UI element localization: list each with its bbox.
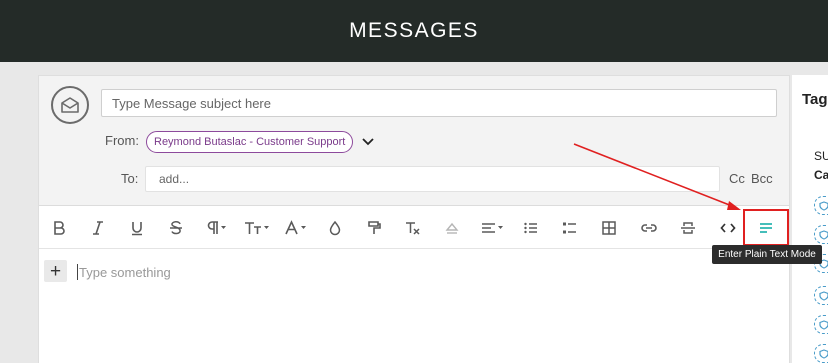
link-icon (641, 224, 657, 232)
bold-icon (54, 221, 65, 235)
checklist-button[interactable] (557, 215, 583, 241)
paragraph-style-button[interactable] (202, 215, 232, 241)
strikethrough-icon (170, 221, 182, 235)
code-view-button[interactable] (715, 215, 741, 241)
italic-button[interactable] (85, 215, 111, 241)
tags-panel-subtitle: Ca (814, 168, 828, 182)
droplet-icon (329, 220, 341, 236)
tag-item[interactable] (814, 286, 828, 305)
to-label: To: (121, 171, 139, 186)
subject-input[interactable] (101, 89, 777, 117)
page-title: MESSAGES (349, 19, 479, 42)
envelope-icon (51, 86, 89, 124)
chevron-down-icon[interactable] (361, 134, 375, 148)
tag-item[interactable] (814, 344, 828, 363)
underline-button[interactable] (124, 215, 150, 241)
underline-icon (132, 222, 142, 236)
superscript-button[interactable] (439, 215, 465, 241)
plain-text-icon (760, 222, 772, 233)
code-icon (720, 223, 736, 233)
strikethrough-button[interactable] (163, 215, 189, 241)
shield-icon (819, 200, 828, 211)
bold-button[interactable] (46, 215, 72, 241)
tags-panel: Tag SU Ca (792, 75, 828, 363)
to-recipients-input[interactable] (145, 166, 720, 192)
caret-up-icon (445, 222, 459, 234)
horizontal-rule-icon (681, 222, 695, 234)
bcc-link[interactable]: Bcc (751, 171, 773, 186)
table-icon (602, 221, 616, 235)
shield-icon (819, 348, 828, 359)
clear-format-icon (406, 222, 420, 235)
tag-item[interactable] (814, 225, 828, 244)
editor-toolbar (39, 207, 789, 249)
font-color-button[interactable] (282, 215, 312, 241)
tag-item[interactable] (814, 196, 828, 215)
font-size-button[interactable] (241, 215, 273, 241)
tags-panel-title: Tag (802, 91, 828, 108)
message-body-editor[interactable]: + Type something (39, 250, 789, 363)
editor-placeholder: Type something (79, 265, 171, 280)
message-composer: From: Reymond Butaslac - Customer Suppor… (38, 75, 790, 363)
top-bar: MESSAGES (0, 0, 828, 62)
paragraph-icon (207, 221, 226, 234)
italic-icon (93, 221, 103, 235)
format-painter-button[interactable] (361, 215, 387, 241)
from-sender-chip[interactable]: Reymond Butaslac - Customer Support (146, 131, 354, 153)
tag-item[interactable] (814, 315, 828, 334)
bulleted-list-button[interactable] (518, 215, 544, 241)
composer-header: From: Reymond Butaslac - Customer Suppor… (39, 76, 789, 206)
tooltip-plain-text-mode: Enter Plain Text Mode (712, 245, 822, 264)
plain-text-mode-button[interactable] (743, 209, 789, 246)
tags-panel-text: SU (814, 149, 828, 163)
font-color-icon (285, 220, 306, 235)
shield-icon (819, 290, 828, 301)
bulleted-list-icon (524, 222, 537, 234)
insert-block-button[interactable]: + (44, 260, 67, 282)
clear-format-button[interactable] (400, 215, 426, 241)
insert-table-button[interactable] (596, 215, 622, 241)
font-size-icon (245, 222, 269, 234)
shield-icon (819, 319, 828, 330)
from-label: From: (105, 133, 139, 148)
insert-link-button[interactable] (636, 215, 662, 241)
align-button[interactable] (478, 215, 508, 241)
shield-icon (819, 229, 828, 240)
horizontal-rule-button[interactable] (675, 215, 701, 241)
checklist-icon (563, 222, 576, 234)
text-cursor (77, 264, 78, 280)
cc-link[interactable]: Cc (729, 171, 745, 186)
paint-roller-icon (368, 221, 381, 234)
highlight-button[interactable] (322, 215, 348, 241)
align-icon (482, 223, 503, 233)
